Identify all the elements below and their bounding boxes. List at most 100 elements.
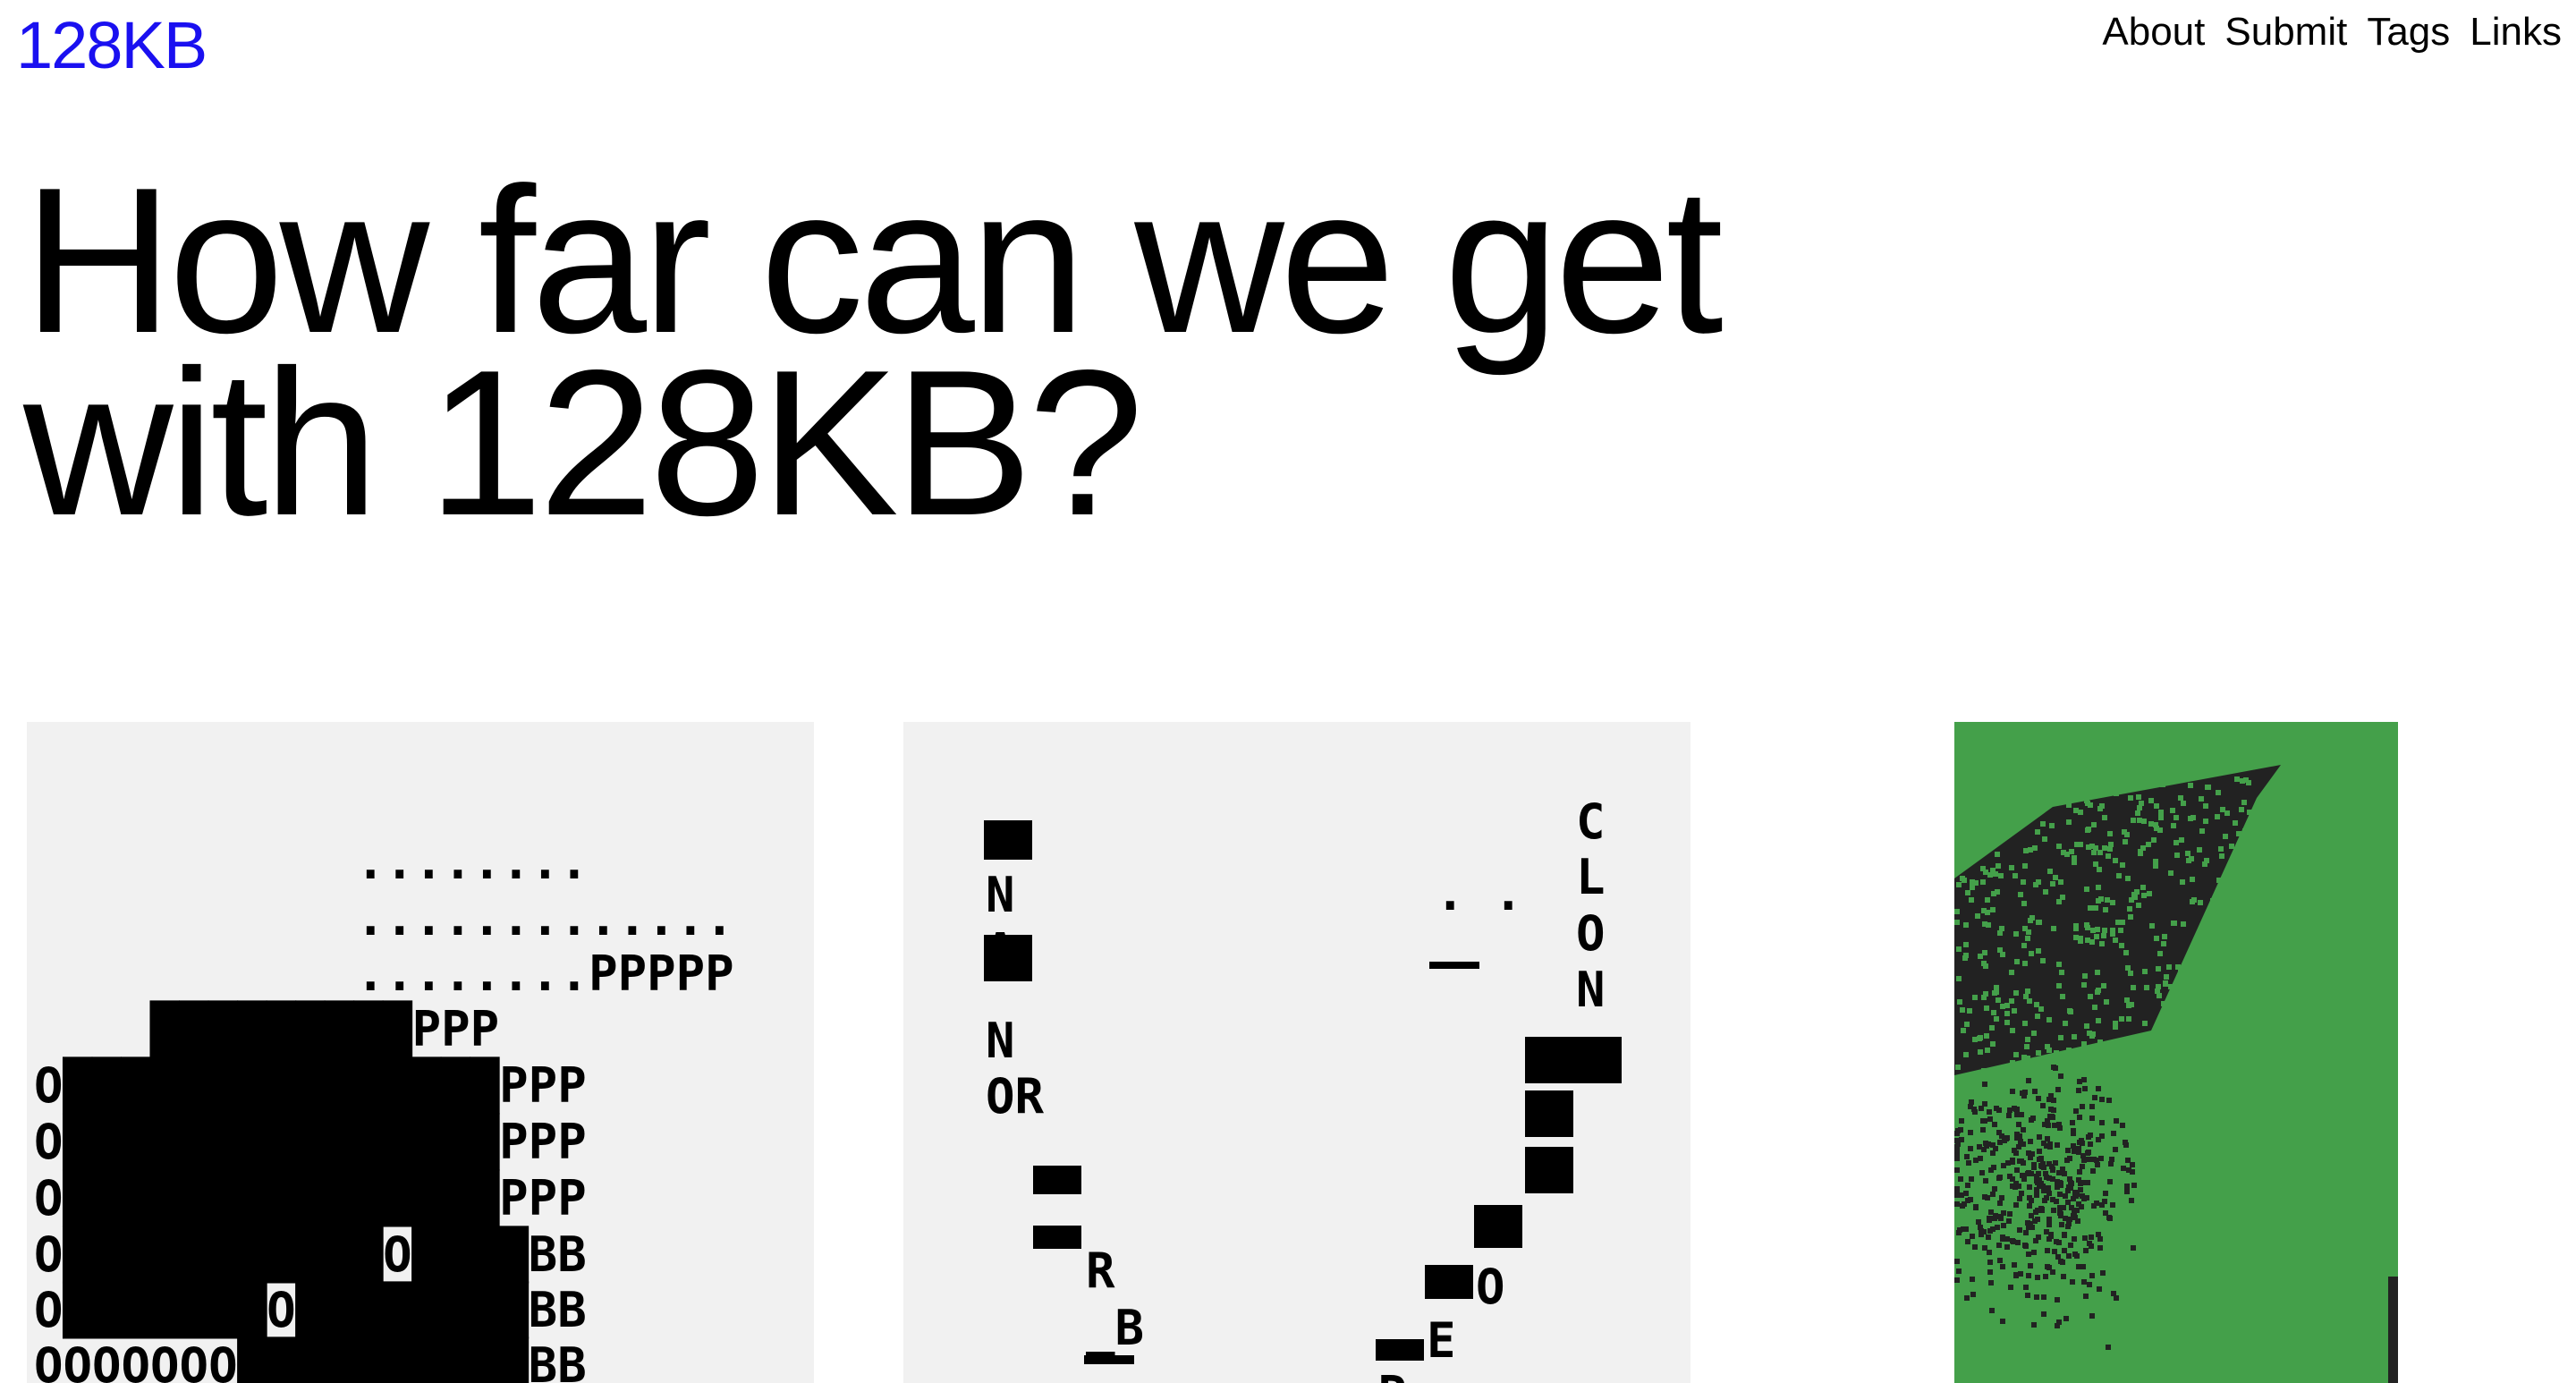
tile-2-block xyxy=(1525,1147,1573,1193)
dither-dot xyxy=(2097,1236,2103,1242)
tile-2-letter: C xyxy=(1576,793,1606,850)
dither-dot xyxy=(1965,1183,1970,1188)
dither-dot xyxy=(2059,970,2064,975)
dither-dot xyxy=(2056,1240,2062,1245)
dither-dot xyxy=(2044,1143,2049,1149)
dither-dot xyxy=(2241,860,2247,865)
dither-dot xyxy=(2051,1098,2056,1103)
gallery-tile-2[interactable]: N A N OR R _B C L O N O E P . . xyxy=(903,722,1690,1383)
dither-dot xyxy=(2019,1191,2024,1196)
dither-dot xyxy=(2110,1202,2115,1208)
dither-dot xyxy=(1995,852,2000,857)
dither-dot xyxy=(2023,848,2029,853)
dither-dot xyxy=(2007,1107,2012,1113)
dither-dot xyxy=(2060,895,2065,900)
dither-dot xyxy=(2123,950,2129,955)
dither-dot xyxy=(2037,1157,2042,1162)
dither-dot xyxy=(2065,1148,2071,1153)
dither-dot xyxy=(2114,1118,2119,1124)
dither-dot xyxy=(2026,1273,2031,1278)
dither-dot xyxy=(2123,1140,2128,1145)
dither-dot xyxy=(2034,1294,2039,1300)
dither-dot xyxy=(1983,1178,1988,1184)
dither-dot xyxy=(2097,1286,2102,1292)
dither-dot xyxy=(2061,1274,2066,1279)
dither-dot xyxy=(2088,1133,2093,1138)
dither-dot xyxy=(1965,890,1970,895)
dither-dot xyxy=(2131,1245,2136,1251)
dither-dot xyxy=(1968,1130,1973,1135)
dither-dot xyxy=(1983,870,1988,875)
dither-dot xyxy=(2212,1019,2217,1024)
dither-dot xyxy=(1987,1260,1993,1265)
dither-dot xyxy=(2110,928,2115,933)
dither-dot xyxy=(2090,1168,2096,1174)
dither-dot xyxy=(2175,964,2181,970)
dither-dot xyxy=(1981,908,1987,913)
dither-dot xyxy=(2126,1016,2131,1022)
tile-1-row: █████████PPP xyxy=(34,1000,499,1058)
site-logo[interactable]: 128KB xyxy=(16,13,208,79)
dither-dot xyxy=(2229,844,2234,849)
dither-dot xyxy=(2224,878,2230,884)
dither-dot xyxy=(1989,1025,1995,1031)
dither-dot xyxy=(1960,876,1965,881)
dither-dot xyxy=(2036,1050,2041,1056)
dither-dot xyxy=(2025,1037,2030,1042)
dither-dot xyxy=(2013,1150,2019,1156)
gallery-tile-1[interactable]: ........ ............. ........PPPPP ███… xyxy=(27,722,814,1383)
dither-dot xyxy=(2007,1211,2012,1217)
dither-dot xyxy=(2121,1166,2126,1171)
dither-dot xyxy=(2137,805,2142,810)
gallery-tile-3[interactable] xyxy=(1954,722,2398,1383)
dither-dot xyxy=(2088,1141,2093,1147)
dither-dot xyxy=(2052,1249,2057,1254)
dither-dot xyxy=(1954,1150,1960,1155)
dither-dot xyxy=(2040,1184,2046,1189)
dither-dot xyxy=(2247,810,2252,815)
dither-dot xyxy=(2095,970,2100,975)
dither-dot xyxy=(2089,1273,2095,1278)
dither-dot xyxy=(2065,1200,2071,1205)
dither-dot xyxy=(1992,1122,1997,1127)
nav-about-link[interactable]: About xyxy=(2102,13,2205,52)
dither-dot xyxy=(2058,1183,2063,1188)
nav-tags-link[interactable]: Tags xyxy=(2367,13,2450,52)
dither-dot xyxy=(2239,807,2244,812)
nav-links-link[interactable]: Links xyxy=(2470,13,2562,52)
dither-dot xyxy=(2036,1171,2041,1176)
dither-dot xyxy=(2036,879,2041,885)
dither-dot xyxy=(1954,1201,1960,1207)
dither-dot xyxy=(2128,795,2133,801)
dither-dot xyxy=(2197,847,2202,853)
tile-1-row: O███████O████████BB xyxy=(34,1281,587,1339)
dither-dot xyxy=(1959,1118,1964,1124)
tile-1-row: O███████████████PPP xyxy=(34,1169,587,1227)
dither-dot xyxy=(2161,1001,2166,1006)
dither-dot xyxy=(2069,1205,2074,1210)
dither-dot xyxy=(2128,914,2133,920)
nav-submit-link[interactable]: Submit xyxy=(2224,13,2347,52)
dither-dot xyxy=(2137,818,2142,823)
dither-dot xyxy=(2099,1097,2105,1102)
dither-dot xyxy=(2106,1345,2111,1350)
dither-dot xyxy=(2190,815,2196,820)
dither-dot xyxy=(2224,810,2230,816)
dither-dot xyxy=(2216,790,2221,795)
dither-dot xyxy=(1994,1016,1999,1022)
dither-dot xyxy=(2050,1269,2055,1275)
dither-dot xyxy=(2031,1250,2037,1255)
tile-2-dots: . . xyxy=(1436,865,1523,921)
dither-dot xyxy=(2096,1018,2101,1023)
dither-dot xyxy=(1989,1308,1995,1313)
dither-dot xyxy=(1972,1037,1978,1042)
dither-dot xyxy=(2034,1187,2039,1192)
dither-dot xyxy=(1985,897,1990,903)
dither-dot xyxy=(2036,1096,2041,1101)
dither-dot xyxy=(2056,983,2062,988)
dither-dot xyxy=(2071,1143,2076,1149)
dither-dot xyxy=(2141,893,2147,898)
dither-dot xyxy=(1990,1142,1996,1148)
dither-dot xyxy=(2081,795,2087,801)
dither-dot xyxy=(2043,889,2048,895)
